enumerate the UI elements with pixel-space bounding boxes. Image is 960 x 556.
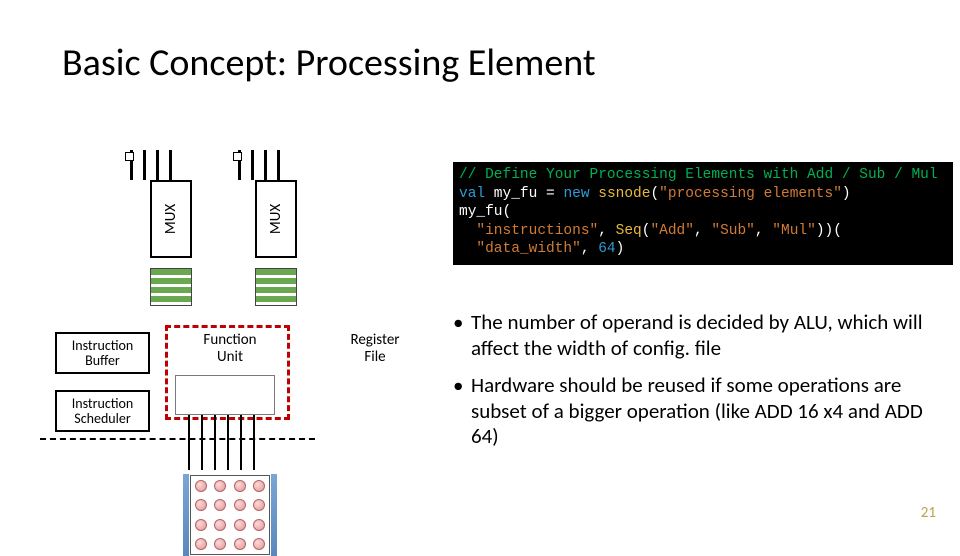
processing-element-diagram: MUX MUX Instruction Buffer Instruction S… [40, 150, 450, 500]
mux-2-label: MUX [267, 204, 285, 234]
code-comment: // Define Your Processing Elements with … [459, 167, 938, 183]
instruction-buffer-box: Instruction Buffer [55, 332, 150, 374]
bullet-1: The number of operand is decided by ALU,… [453, 310, 923, 361]
delay-fifo-1 [150, 268, 192, 306]
bullet-2: Hardware should be reused if some operat… [453, 373, 923, 450]
function-unit-label: Function Unit [190, 332, 270, 367]
slide-title: Basic Concept: Processing Element [62, 40, 596, 86]
instruction-scheduler-label: Instruction Scheduler [72, 396, 134, 427]
register-file-label: Register File [340, 332, 410, 367]
mux-1: MUX [150, 180, 192, 258]
delay-fifo-2 [255, 268, 297, 306]
code-block: // Define Your Processing Elements with … [453, 162, 953, 265]
mux-1-label: MUX [162, 204, 180, 234]
bullet-list: The number of operand is decided by ALU,… [453, 310, 923, 462]
feedback-wire [40, 438, 315, 440]
function-unit-core [175, 375, 275, 415]
output-wires [188, 415, 266, 470]
instruction-scheduler-box: Instruction Scheduler [55, 390, 150, 432]
mux-2: MUX [255, 180, 297, 258]
page-number: 21 [921, 504, 936, 522]
instruction-buffer-label: Instruction Buffer [72, 338, 134, 369]
cgra-fabric-icon [190, 475, 270, 555]
